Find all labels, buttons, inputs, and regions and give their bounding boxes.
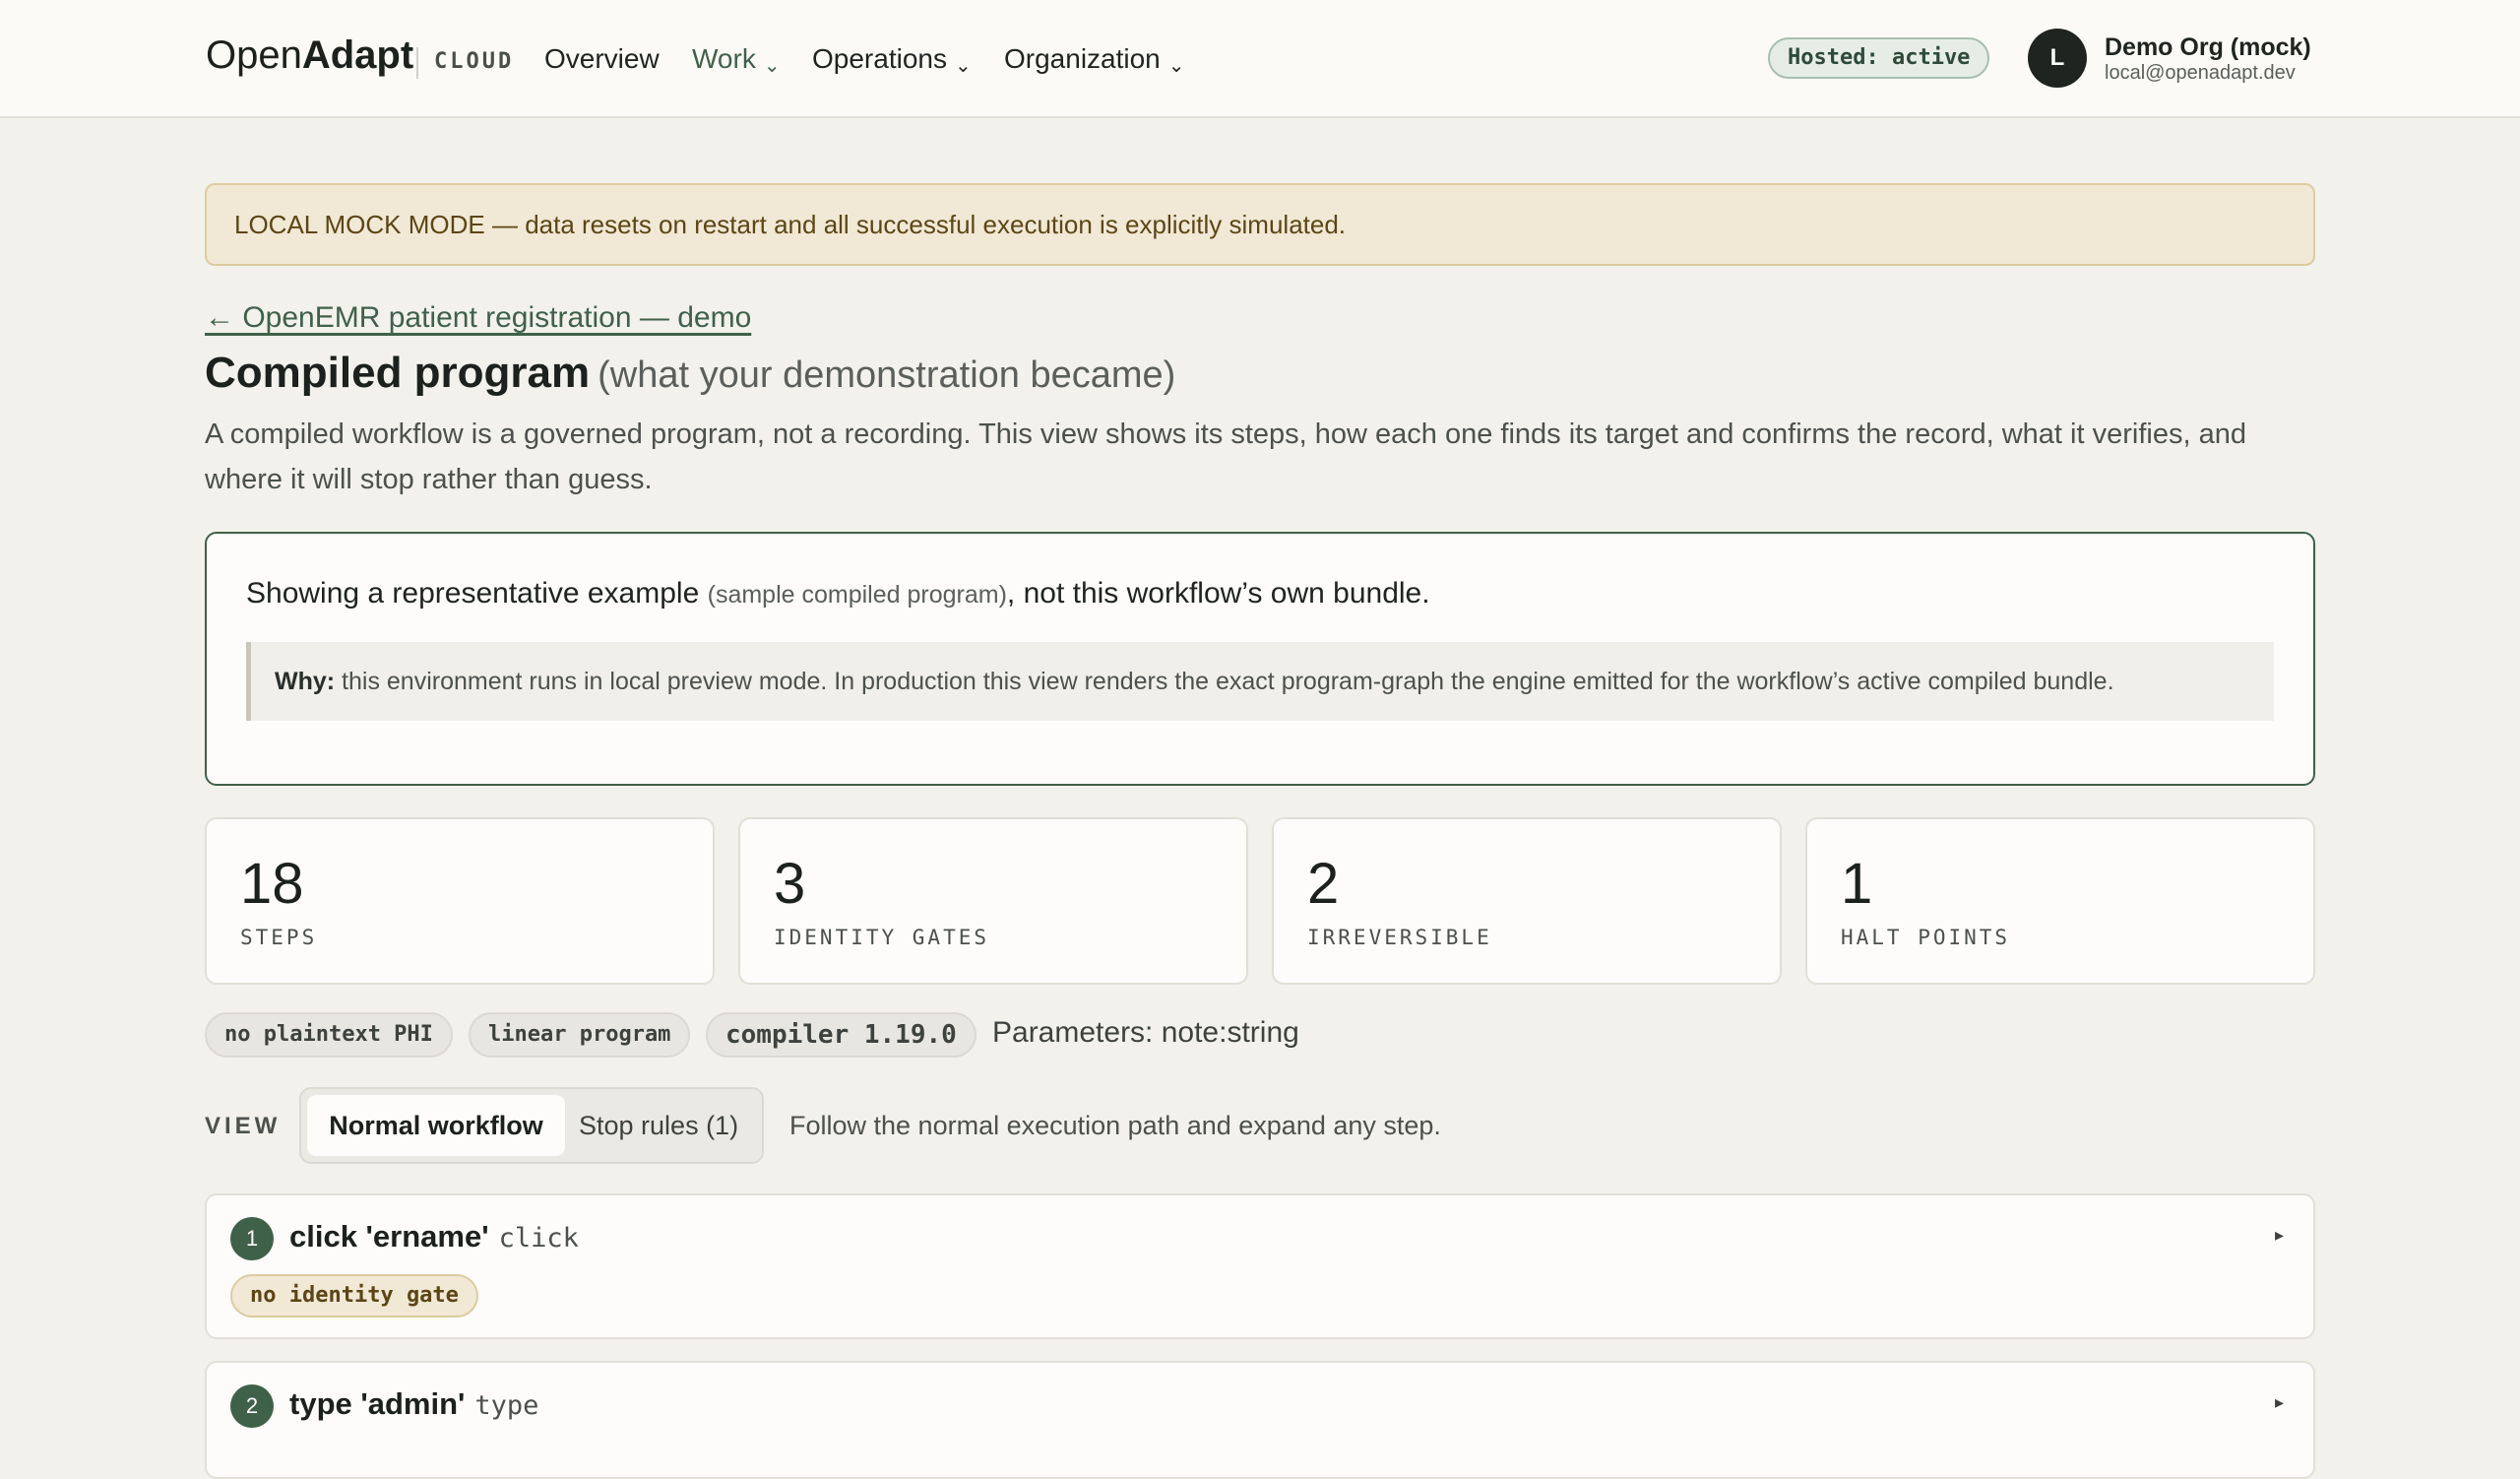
view-hint: Follow the normal execution path and exp… — [789, 1111, 1441, 1140]
stat-card-irreversible: 2 IRREVERSIBLE — [1272, 817, 1782, 985]
chip-compiler-version: compiler 1.19.0 — [706, 1012, 976, 1058]
brand-bold: Adapt — [301, 33, 414, 77]
why-text: this environment runs in local preview m… — [335, 668, 2114, 695]
stat-label: IRREVERSIBLE — [1307, 926, 1492, 949]
example-tail: , not this workflow’s own bundle. — [1006, 577, 1430, 610]
example-small: (sample compiled program) — [707, 581, 1007, 609]
brand-logo[interactable]: OpenAdapt — [206, 33, 413, 78]
chevron-down-icon: ⌄ — [1167, 55, 1185, 77]
step-number: 2 — [230, 1384, 274, 1428]
nav-work[interactable]: Work ⌄ — [692, 43, 781, 78]
nav-work-label: Work — [692, 43, 756, 74]
view-option-normal-workflow[interactable]: Normal workflow — [307, 1095, 565, 1156]
back-to-workflow-link[interactable]: ← OpenEMR patient registration — demo — [205, 301, 751, 335]
top-navigation-bar: OpenAdapt CLOUD Overview Work ⌄ Operation… — [0, 0, 2520, 118]
brand-divider — [416, 47, 418, 79]
stat-value: 3 — [774, 852, 806, 916]
step-title-text: click 'ername' — [289, 1219, 489, 1254]
org-email: local@openadapt.dev — [2105, 62, 2296, 84]
brand-light: Open — [206, 33, 302, 77]
view-option-stop-rules[interactable]: Stop rules (1) — [579, 1095, 738, 1156]
nav-operations[interactable]: Operations ⌄ — [812, 43, 972, 78]
page-title-text: Compiled program — [205, 349, 591, 397]
nav-overview[interactable]: Overview — [544, 43, 660, 75]
brand-suffix: CLOUD — [434, 49, 515, 74]
example-lead: Showing a representative example — [246, 577, 700, 610]
caret-right-icon[interactable]: ▸ — [2275, 1225, 2284, 1246]
step-title-text: type 'admin' — [289, 1386, 466, 1421]
example-notice-heading: Showing a representative example (sample… — [246, 577, 1430, 611]
stat-label: HALT POINTS — [1841, 926, 2011, 949]
nav-overview-label: Overview — [544, 43, 660, 74]
step-card[interactable]: 1 click 'ername' click ▸ no identity gate — [205, 1193, 2315, 1339]
step-card[interactable]: 2 type 'admin' type ▸ — [205, 1361, 2315, 1479]
mock-mode-banner: LOCAL MOCK MODE — data resets on restart… — [205, 183, 2315, 266]
stat-label: IDENTITY GATES — [774, 926, 990, 949]
step-kind: type — [474, 1390, 539, 1421]
step-title: click 'ername' click — [289, 1219, 579, 1254]
caret-right-icon[interactable]: ▸ — [2275, 1392, 2284, 1413]
stat-value: 2 — [1307, 852, 1340, 916]
org-name[interactable]: Demo Org (mock) — [2105, 33, 2311, 62]
step-kind: click — [498, 1223, 579, 1254]
page-description: A compiled workflow is a governed progra… — [205, 418, 2246, 495]
view-segmented-control: Normal workflow Stop rules (1) — [299, 1087, 764, 1164]
stat-label: STEPS — [240, 926, 318, 949]
chip-linear-program: linear program — [469, 1012, 691, 1058]
hosted-status-badge: Hosted: active — [1768, 37, 1990, 79]
stat-card-halt-points: 1 HALT POINTS — [1805, 817, 2315, 985]
identity-gate-chip: no identity gate — [230, 1274, 478, 1318]
mock-mode-text: LOCAL MOCK MODE — data resets on restart… — [234, 210, 1347, 239]
why-explanation: Why: this environment runs in local prev… — [246, 642, 2274, 721]
parameters-text: Parameters: note:string — [992, 1016, 1299, 1049]
why-label: Why: — [275, 668, 336, 695]
stat-value: 18 — [240, 852, 304, 916]
view-label: VIEW — [205, 1113, 282, 1139]
chevron-down-icon: ⌄ — [763, 55, 781, 77]
avatar[interactable]: L — [2028, 29, 2087, 88]
nav-organization[interactable]: Organization ⌄ — [1004, 43, 1185, 78]
page-title: Compiled program (what your demonstration… — [205, 349, 1175, 398]
chevron-down-icon: ⌄ — [954, 55, 972, 77]
stat-value: 1 — [1841, 852, 1873, 916]
step-title: type 'admin' type — [289, 1386, 538, 1422]
stat-card-steps: 18 STEPS — [205, 817, 715, 985]
nav-operations-label: Operations — [812, 43, 947, 74]
nav-organization-label: Organization — [1004, 43, 1161, 74]
example-notice: Showing a representative example (sample… — [205, 532, 2315, 786]
step-number: 1 — [230, 1217, 274, 1260]
stat-card-identity-gates: 3 IDENTITY GATES — [738, 817, 1248, 985]
page-subtitle: (what your demonstration became) — [598, 354, 1176, 396]
chip-no-plaintext-phi: no plaintext PHI — [205, 1012, 453, 1058]
